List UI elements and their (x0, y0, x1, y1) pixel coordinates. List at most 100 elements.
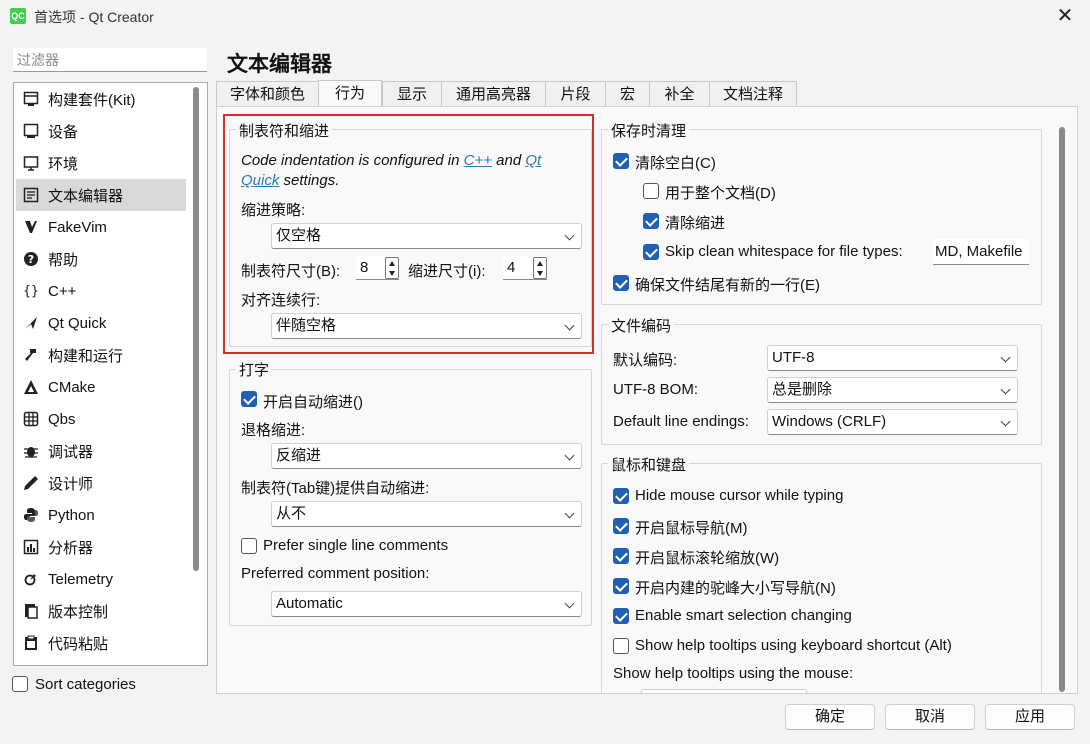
qtquick-icon (22, 314, 40, 332)
close-icon: ✕ (1056, 5, 1074, 27)
category-label: 分析器 (48, 539, 94, 557)
category-item-version-control[interactable]: 版本控制 (16, 595, 186, 627)
default-encoding-combo[interactable]: UTF-8 (767, 345, 1018, 371)
category-scrollbar[interactable] (193, 87, 199, 571)
apply-button[interactable]: 应用 (985, 704, 1075, 730)
chevron-down-icon (564, 450, 575, 461)
camel-case-nav-checkbox[interactable] (613, 578, 629, 594)
clean-whitespace-label: 清除空白(C) (635, 155, 716, 172)
sort-categories-checkbox-row[interactable]: Sort categories (12, 676, 172, 694)
single-line-comments-checkbox[interactable] (241, 538, 257, 554)
category-item-code-paste[interactable]: 代码粘贴 (16, 627, 186, 659)
skip-file-types-value: MD, Makefile (935, 243, 1023, 260)
skip-file-types-input[interactable]: MD, Makefile (933, 239, 1029, 265)
category-label: 调试器 (48, 443, 94, 461)
skip-clean-checkbox[interactable] (643, 244, 659, 260)
bom-value: 总是删除 (772, 381, 833, 398)
filter-input[interactable] (13, 48, 207, 72)
category-item-telemetry[interactable]: Telemetry (16, 563, 186, 595)
tab-macros[interactable]: 宏 (605, 81, 650, 107)
category-item-designer[interactable]: 设计师 (16, 467, 186, 499)
category-item-qtquick[interactable]: Qt Quick (16, 307, 186, 339)
category-item-qbs[interactable]: Qbs (16, 403, 186, 435)
entire-document-checkbox[interactable] (643, 183, 659, 199)
smart-selection-label: Enable smart selection changing (635, 607, 852, 624)
help-mouse-combo[interactable] (641, 689, 807, 693)
category-item-devices[interactable]: 设备 (16, 115, 186, 147)
tab-doc-comments[interactable]: 文档注释 (709, 81, 797, 107)
window-title: 首选项 - Qt Creator (34, 9, 154, 25)
mouse-navigation-checkbox[interactable] (613, 518, 629, 534)
tab-behavior[interactable]: 行为 (318, 80, 382, 108)
sort-categories-checkbox[interactable] (12, 676, 28, 692)
sort-categories-label: Sort categories (35, 676, 136, 693)
chevron-down-icon (564, 508, 575, 519)
comment-position-combo[interactable]: Automatic (271, 591, 582, 617)
mouse-keyboard-group-title: 鼠标和键盘 (608, 454, 690, 475)
monitor-icon (22, 90, 40, 108)
backspace-indent-value: 反缩进 (276, 447, 322, 464)
auto-indent-checkbox[interactable] (241, 391, 257, 407)
cancel-button[interactable]: 取消 (885, 704, 975, 730)
close-button[interactable]: ✕ (1050, 2, 1080, 30)
category-label: CMake (48, 378, 96, 396)
cmake-icon (22, 378, 40, 396)
ok-button[interactable]: 确定 (785, 704, 875, 730)
category-label: 文本编辑器 (48, 187, 124, 205)
bom-combo[interactable]: 总是删除 (767, 377, 1018, 403)
tab-completion[interactable]: 补全 (649, 81, 710, 107)
line-endings-combo[interactable]: Windows (CRLF) (767, 409, 1018, 435)
help-keyboard-checkbox[interactable] (613, 638, 629, 654)
category-item-help[interactable]: ? 帮助 (16, 243, 186, 275)
mouse-navigation-label: 开启鼠标导航(M) (635, 520, 748, 537)
tab-display[interactable]: 显示 (382, 81, 442, 107)
category-item-text-editor[interactable]: 文本编辑器 (16, 179, 186, 211)
category-label: Qt Quick (48, 314, 107, 332)
tab-font-colors[interactable]: 字体和颜色 (216, 81, 319, 107)
category-item-fakevim[interactable]: FakeVim (16, 211, 186, 243)
settings-scrollbar[interactable] (1059, 127, 1065, 692)
bug-icon (22, 442, 40, 460)
tab-snippets[interactable]: 片段 (545, 81, 606, 107)
category-item-python[interactable]: Python (16, 499, 186, 531)
category-item-build-run[interactable]: 构建和运行 (16, 339, 186, 371)
telemetry-icon (22, 570, 40, 588)
category-item-analyzer[interactable]: 分析器 (16, 531, 186, 563)
ensure-newline-label: 确保文件结尾有新的一行(E) (635, 277, 820, 294)
line-endings-label: Default line endings: (613, 413, 749, 430)
category-item-environment[interactable]: 环境 (16, 147, 186, 179)
backspace-indent-combo[interactable]: 反缩进 (271, 443, 582, 469)
single-line-comments-label: Prefer single line comments (263, 537, 449, 554)
category-item-debugger[interactable]: 调试器 (16, 435, 186, 467)
category-label: 代码粘贴 (48, 635, 109, 653)
wheel-zoom-checkbox[interactable] (613, 548, 629, 564)
title-bar: QC 首选项 - Qt Creator ✕ (0, 0, 1090, 32)
comment-position-value: Automatic (276, 595, 343, 612)
tab-generic-highlighter[interactable]: 通用高亮器 (441, 81, 546, 107)
clean-whitespace-checkbox[interactable] (613, 153, 629, 169)
page-title: 文本编辑器 (227, 53, 332, 76)
category-item-cpp[interactable]: {} C++ (16, 275, 186, 307)
fakevim-icon (22, 218, 40, 236)
analyzer-icon (22, 538, 40, 556)
category-label: 版本控制 (48, 603, 109, 621)
tab-key-indent-combo[interactable]: 从不 (271, 501, 582, 527)
braces-icon: {} (23, 283, 39, 299)
category-list[interactable]: 构建套件(Kit) 设备 环境 文本编辑器 FakeVim ? 帮助 {} C+… (13, 82, 208, 666)
category-item-cmake[interactable]: CMake (16, 371, 186, 403)
category-label: C++ (48, 282, 77, 300)
clean-indentation-checkbox[interactable] (643, 213, 659, 229)
category-label: 帮助 (48, 251, 79, 269)
highlight-box (223, 114, 594, 354)
entire-document-label: 用于整个文档(D) (665, 185, 776, 202)
auto-indent-label: 开启自动缩进() (263, 394, 363, 411)
typing-group-title: 打字 (236, 359, 273, 380)
category-item-kits[interactable]: 构建套件(Kit) (16, 83, 186, 115)
chevron-down-icon (1000, 416, 1011, 427)
ensure-newline-checkbox[interactable] (613, 275, 629, 291)
category-label: FakeVim (48, 218, 107, 236)
line-endings-value: Windows (CRLF) (772, 413, 887, 430)
smart-selection-checkbox[interactable] (613, 608, 629, 624)
tab-key-indent-label: 制表符(Tab键)提供自动缩进: (241, 480, 430, 497)
hide-cursor-checkbox[interactable] (613, 488, 629, 504)
